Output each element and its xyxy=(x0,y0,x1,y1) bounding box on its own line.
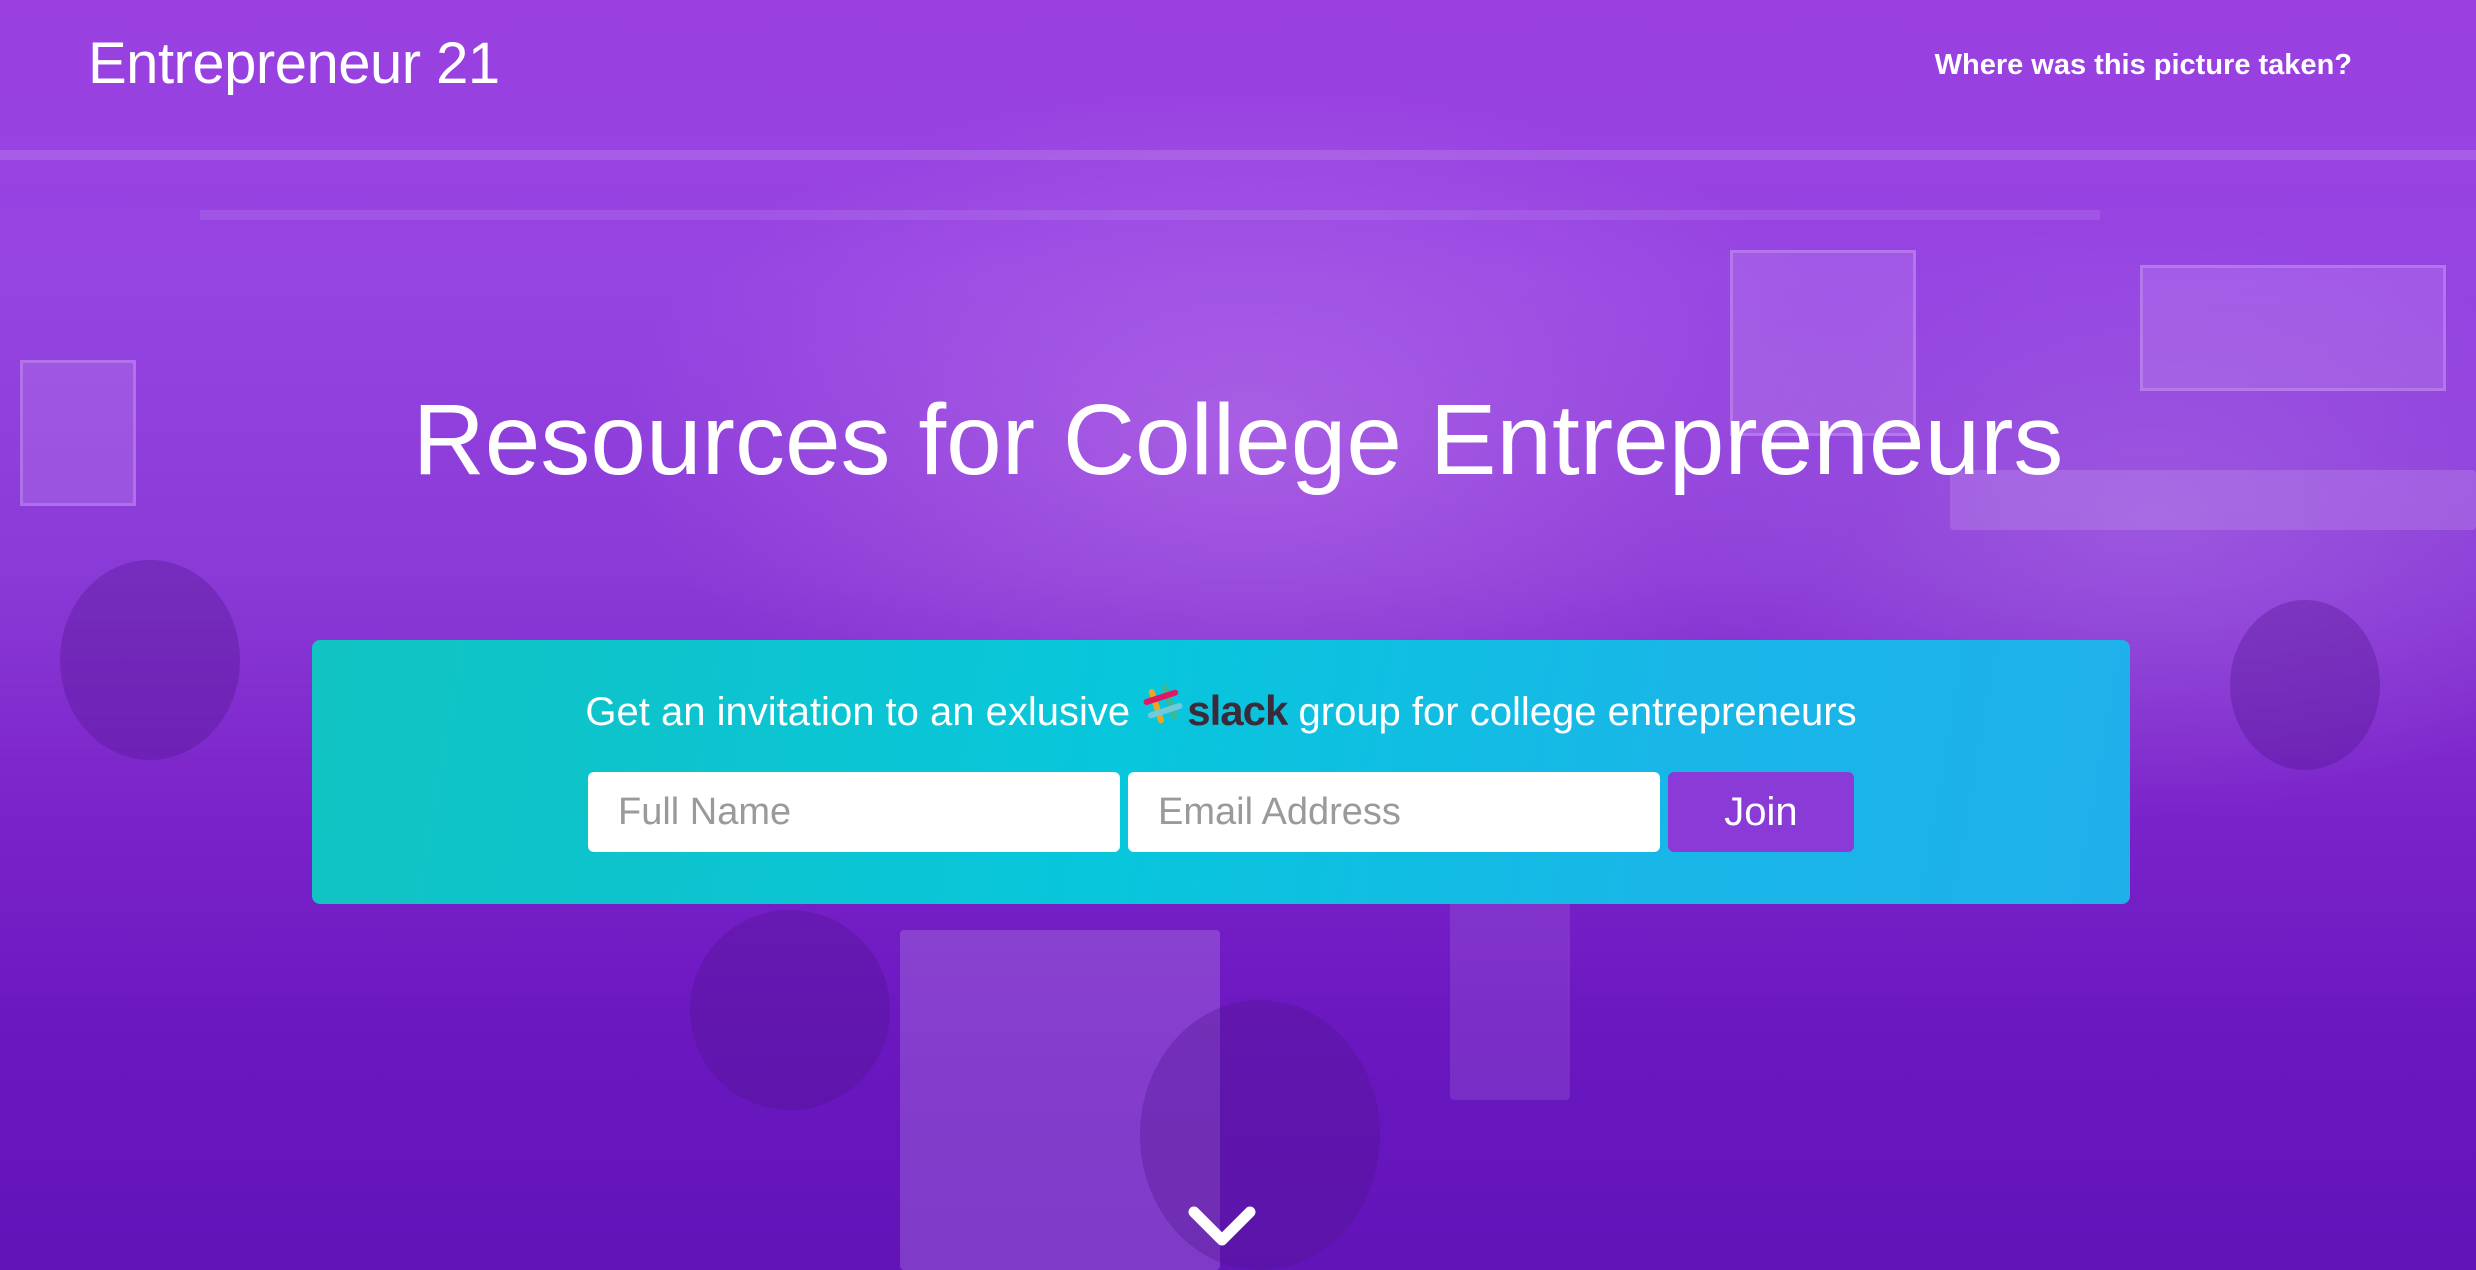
chevron-down-icon[interactable] xyxy=(1186,1204,1258,1250)
photo-location-link[interactable]: Where was this picture taken? xyxy=(1935,45,2352,85)
background-photo-detail xyxy=(0,150,2476,160)
background-photo-detail xyxy=(690,910,890,1110)
background-photo-detail xyxy=(60,560,240,760)
email-address-input[interactable] xyxy=(1128,772,1660,852)
slack-invite-panel: Get an invitation to an exlusive slack g… xyxy=(312,640,2130,904)
invite-suffix: group for college entrepreneurs xyxy=(1298,690,1857,734)
slack-logo-icon xyxy=(1143,684,1183,738)
slack-wordmark: slack xyxy=(1187,687,1288,734)
background-photo-detail xyxy=(2230,600,2380,770)
page-headline: Resources for College Entrepreneurs xyxy=(412,384,2064,496)
join-button[interactable]: Join xyxy=(1668,772,1854,852)
invite-text: Get an invitation to an exlusive slack g… xyxy=(312,684,2130,744)
site-brand[interactable]: Entrepreneur 21 xyxy=(88,28,500,100)
background-photo-detail xyxy=(2140,265,2446,391)
background-photo-detail xyxy=(1140,1000,1380,1270)
background-photo-detail xyxy=(1450,900,1570,1100)
hero-section: Entrepreneur 21 Where was this picture t… xyxy=(0,0,2476,1270)
invite-prefix: Get an invitation to an exlusive xyxy=(585,690,1131,734)
background-photo-detail xyxy=(900,930,1220,1270)
background-photo-detail xyxy=(200,210,2100,220)
full-name-input[interactable] xyxy=(588,772,1120,852)
